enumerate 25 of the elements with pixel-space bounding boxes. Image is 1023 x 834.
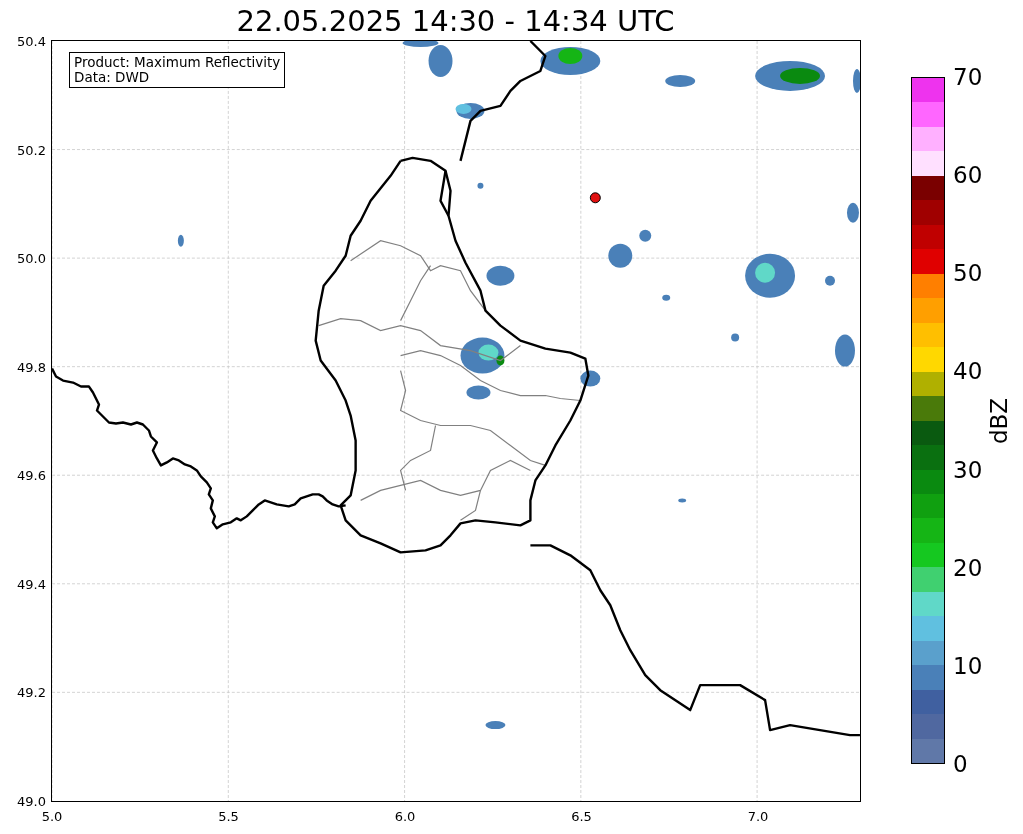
y-tick-label: 49.0 — [17, 793, 46, 809]
colorbar-tick-label: 10 — [953, 652, 983, 679]
x-tick-label: 6.5 — [571, 809, 592, 824]
x-tick-label: 7.0 — [747, 809, 769, 824]
colorbar-tick-label: 20 — [953, 554, 983, 581]
y-tick-label: 50.2 — [17, 142, 46, 158]
chart-title: 22.05.2025 14:30 - 14:34 UTC — [235, 3, 676, 39]
colorbar-label: dBZ — [986, 397, 1013, 444]
x-tick-label: 5.0 — [41, 809, 63, 824]
x-tick-label: 5.5 — [218, 809, 239, 824]
colorbar-tick-label: 70 — [953, 64, 983, 90]
y-tick-label: 49.6 — [17, 467, 46, 483]
colorbar-tick-label: 60 — [953, 162, 983, 189]
y-tick-label: 49.2 — [17, 684, 46, 700]
y-tick-label: 50.0 — [17, 250, 46, 266]
info-text: Data: DWD — [74, 70, 151, 85]
colorbar-tick-label: 50 — [953, 260, 983, 287]
colorbar-tick-label: 0 — [953, 751, 968, 777]
y-tick-label: 49.8 — [17, 359, 46, 375]
y-tick-label: 50.4 — [17, 33, 46, 49]
colorbar-tick-label: 30 — [953, 456, 983, 483]
x-tick-label: 6.0 — [394, 809, 416, 824]
info-text: Product: Maximum Reflectivity — [74, 55, 281, 70]
y-tick-label: 49.4 — [17, 576, 46, 592]
colorbar-tick-label: 40 — [953, 358, 983, 385]
